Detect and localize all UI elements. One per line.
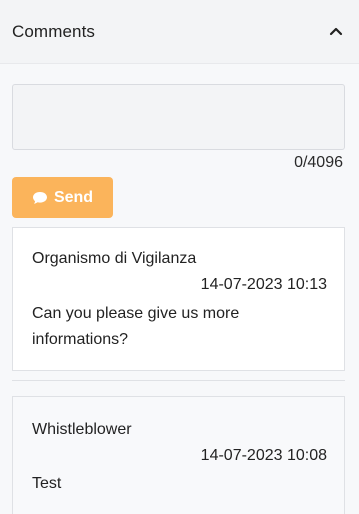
- panel-title: Comments: [12, 22, 95, 41]
- character-counter: 0/4096: [294, 154, 343, 171]
- chevron-up-icon[interactable]: [325, 20, 347, 42]
- comment-timestamp: 14-07-2023 10:13: [200, 276, 327, 293]
- comment-card: Organismo di Vigilanza 14-07-2023 10:13 …: [12, 227, 345, 371]
- comments-panel: Comments 0/4096 Send Organismo di Vigila…: [0, 0, 359, 514]
- comment-author: Whistleblower: [32, 421, 132, 438]
- send-button[interactable]: Send: [12, 177, 113, 218]
- divider: [12, 380, 345, 381]
- chat-bubble-icon: [32, 191, 48, 205]
- send-button-label: Send: [53, 188, 94, 206]
- comment-message: Test: [32, 475, 62, 492]
- comments-header[interactable]: Comments: [0, 0, 359, 64]
- comment-card: Whistleblower 14-07-2023 10:08 Test: [12, 396, 345, 514]
- comment-message: Can you please give us more informations…: [32, 305, 240, 348]
- comment-timestamp: 14-07-2023 10:08: [200, 447, 327, 464]
- comment-input[interactable]: [12, 84, 345, 150]
- comment-author: Organismo di Vigilanza: [32, 250, 197, 267]
